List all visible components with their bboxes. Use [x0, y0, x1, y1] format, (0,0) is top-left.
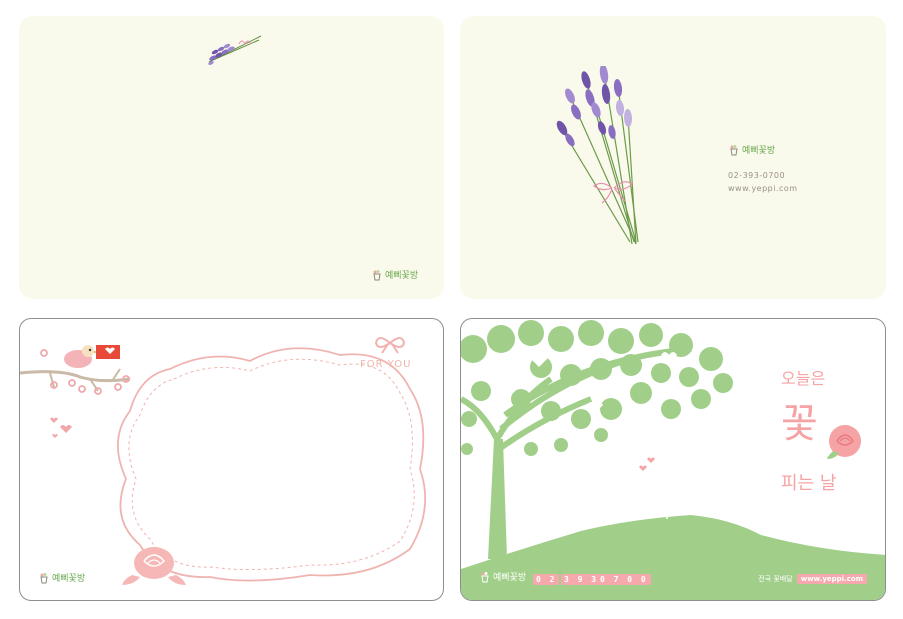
brand-logo: 예삐꽃방	[371, 268, 418, 281]
brand-name: 예삐꽃방	[385, 271, 419, 281]
phone-exchange: 3 9 3	[561, 574, 602, 585]
lavender-sprig-illustration	[208, 35, 262, 65]
brand-logo: 예삐꽃방	[38, 571, 85, 584]
brand-logo: 예삐꽃방	[479, 570, 526, 583]
card-lavender-sprig[interactable]: 예삐꽃방	[19, 16, 444, 299]
brand-name: 예삐꽃방	[52, 574, 86, 584]
phone-number: 02-393-0700	[728, 171, 786, 180]
nationwide-delivery: 전국 꽃배달 www.yeppi.com	[758, 574, 867, 584]
flower-basket-icon	[730, 144, 738, 155]
tree-hill-illustration	[461, 320, 885, 600]
rose-icon	[122, 547, 186, 585]
headline-line3: 피는 날	[781, 473, 837, 494]
lavender-bouquet-illustration	[556, 66, 639, 245]
phone-area-code: 0 2	[533, 574, 560, 585]
rose-icon	[827, 425, 861, 459]
headline-line1: 오늘은	[781, 369, 826, 388]
flower-basket-icon	[481, 571, 489, 582]
website-badge: www.yeppi.com	[796, 574, 867, 584]
flower-basket-icon	[40, 572, 48, 583]
brand-name: 예삐꽃방	[493, 573, 527, 583]
card-lavender-bouquet[interactable]: 예삐꽃방 02-393-0700 www.yeppi.com	[460, 16, 886, 299]
bow-icon	[374, 337, 406, 354]
for-you-label: FOR YOU	[360, 359, 412, 370]
flower-basket-icon	[373, 269, 381, 280]
headline-flower: 꽃	[781, 401, 818, 447]
website: www.yeppi.com	[728, 184, 798, 193]
brand-logo: 예삐꽃방	[728, 143, 775, 156]
nationwide-label: 전국 꽃배달	[758, 575, 793, 583]
card-flower-day[interactable]: 오늘은 꽃 피는 날 예삐꽃방 0 2 3 9 3 0 7 0 0 전국 꽃배달…	[460, 318, 886, 601]
phone-line: 0 7 0 0	[597, 574, 651, 585]
card-for-you[interactable]: FOR YOU 예삐꽃방	[19, 318, 444, 601]
small-hearts-icon	[50, 417, 72, 438]
brand-name: 예삐꽃방	[742, 146, 776, 156]
